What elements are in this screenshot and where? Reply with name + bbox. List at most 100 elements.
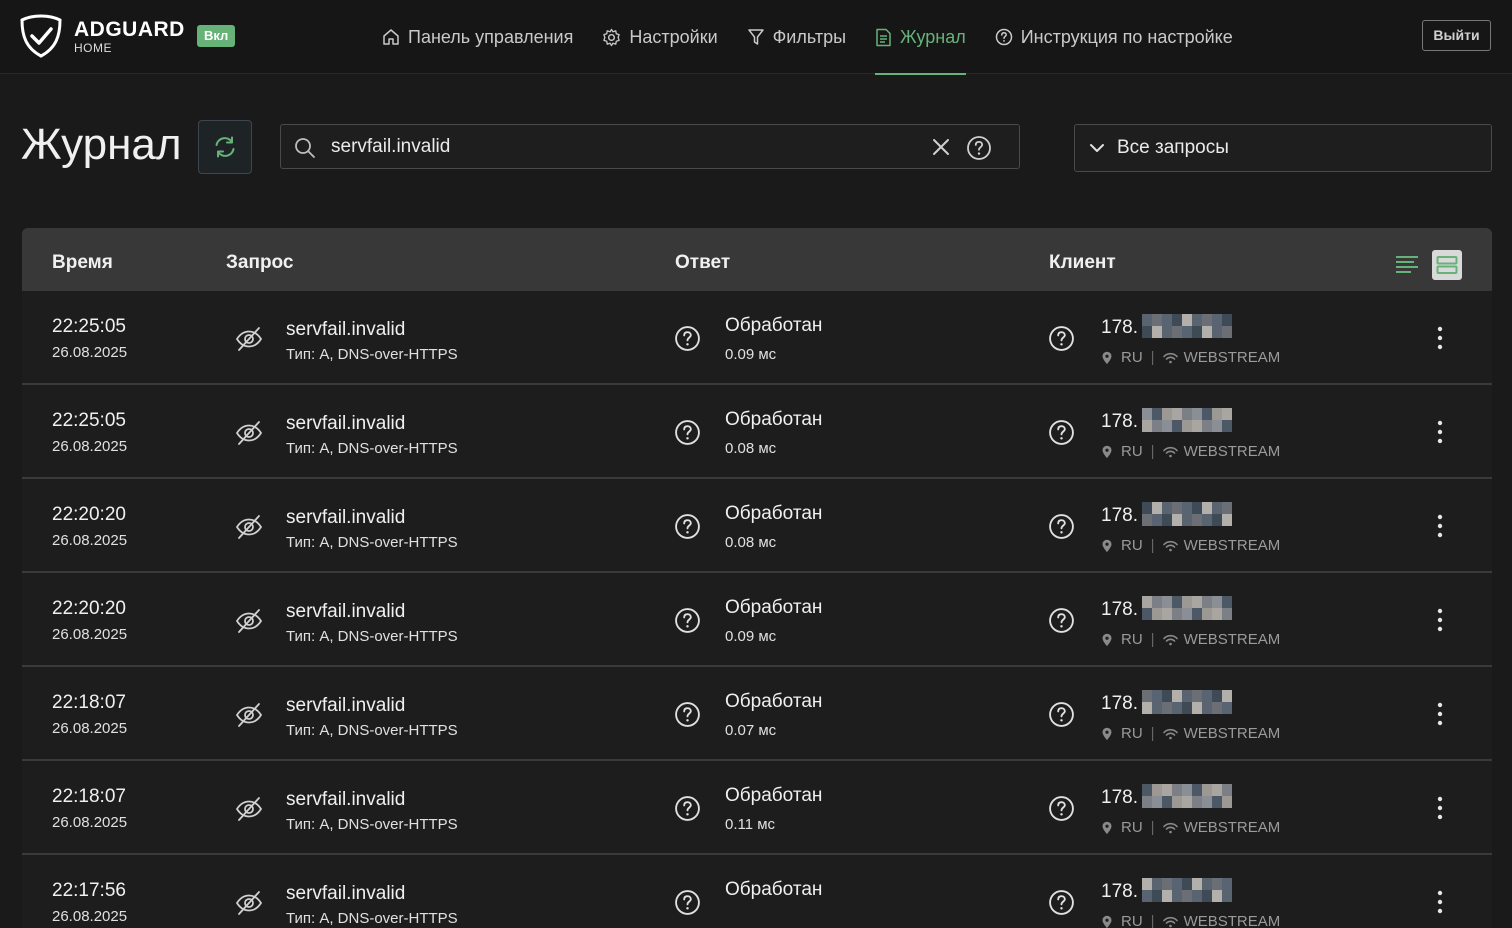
row-response-status: Обработан [725,597,822,619]
row-date: 26.08.2025 [52,438,127,455]
response-help-icon[interactable] [674,419,701,446]
row-elapsed-time: 0.08 мс [725,440,776,457]
row-client-ip[interactable]: 178. [1101,598,1232,622]
nav-query-log[interactable]: Журнал [875,0,966,74]
table-row[interactable]: 22:18:07 26.08.2025 servfail.invalid Тип… [22,667,1492,761]
logout-button[interactable]: Выйти [1422,20,1491,51]
row-client-ip[interactable]: 178. [1101,786,1232,810]
client-help-icon[interactable] [1048,325,1075,352]
row-response-status: Обработан [725,503,822,525]
time-cell: 22:17:56 26.08.2025 [52,880,127,925]
row-domain[interactable]: servfail.invalid [286,601,405,623]
default-view-button[interactable] [1432,250,1462,280]
refresh-button[interactable] [198,120,252,174]
shield-logo-icon [20,14,62,58]
client-ip-prefix: 178. [1101,505,1138,527]
column-header-client: Клиент [1049,252,1116,274]
row-domain[interactable]: servfail.invalid [286,695,405,717]
time-cell: 22:25:05 26.08.2025 [52,316,127,361]
search-box [280,124,1020,169]
wifi-icon [1163,634,1178,646]
row-time: 22:25:05 [52,316,127,338]
client-meta: RU | WEBSTREAM [1101,443,1280,460]
response-help-icon[interactable] [674,513,701,540]
row-actions-menu-icon[interactable] [1432,700,1448,728]
client-ip-prefix: 178. [1101,693,1138,715]
compact-view-icon[interactable] [1395,254,1419,276]
nav-filters[interactable]: Фильтры [747,0,846,74]
client-meta: RU | WEBSTREAM [1101,725,1280,742]
row-client-ip[interactable]: 178. [1101,316,1232,340]
row-client-ip[interactable]: 178. [1101,410,1232,434]
response-help-icon[interactable] [674,325,701,352]
wifi-icon [1163,916,1178,928]
home-icon [382,28,400,46]
nav-dashboard[interactable]: Панель управления [382,0,573,74]
client-ip-prefix: 178. [1101,787,1138,809]
column-header-time: Время [52,252,113,274]
location-pin-icon [1101,727,1113,741]
row-actions-menu-icon[interactable] [1432,512,1448,540]
client-help-icon[interactable] [1048,419,1075,446]
row-domain[interactable]: servfail.invalid [286,789,405,811]
client-help-icon[interactable] [1048,513,1075,540]
client-country: RU [1121,819,1143,836]
row-actions-menu-icon[interactable] [1432,794,1448,822]
client-help-icon[interactable] [1048,701,1075,728]
response-help-icon[interactable] [674,701,701,728]
column-header-response: Ответ [675,252,730,274]
row-domain[interactable]: servfail.invalid [286,507,405,529]
page-title: Журнал [21,120,182,170]
adguard-logo[interactable]: ADGUARD HOME [20,14,185,58]
main-nav: Панель управления Настройки Фильтры Журн… [382,0,1262,74]
response-help-icon[interactable] [674,607,701,634]
row-actions-menu-icon[interactable] [1432,324,1448,352]
client-network: WEBSTREAM [1184,913,1281,928]
client-help-icon[interactable] [1048,607,1075,634]
response-help-icon[interactable] [674,795,701,822]
meta-separator: | [1151,443,1155,460]
meta-separator: | [1151,819,1155,836]
row-client-ip[interactable]: 178. [1101,504,1232,528]
row-domain[interactable]: servfail.invalid [286,883,405,905]
client-help-icon[interactable] [1048,795,1075,822]
row-response-status: Обработан [725,409,822,431]
row-query-type: Тип: A, DNS-over-HTTPS [286,346,458,363]
meta-separator: | [1151,725,1155,742]
table-row[interactable]: 22:25:05 26.08.2025 servfail.invalid Тип… [22,291,1492,385]
clear-search-icon[interactable] [931,137,951,157]
response-help-icon[interactable] [674,889,701,916]
nav-dashboard-label: Панель управления [408,27,573,48]
row-actions-menu-icon[interactable] [1432,606,1448,634]
row-domain[interactable]: servfail.invalid [286,319,405,341]
nav-setup-guide[interactable]: Инструкция по настройке [995,0,1233,74]
table-body: 22:25:05 26.08.2025 servfail.invalid Тип… [22,291,1492,928]
table-row[interactable]: 22:20:20 26.08.2025 servfail.invalid Тип… [22,573,1492,667]
client-help-icon[interactable] [1048,889,1075,916]
row-date: 26.08.2025 [52,344,127,361]
redacted-ip-pixelation [1142,314,1232,338]
table-row[interactable]: 22:17:56 26.08.2025 servfail.invalid Тип… [22,855,1492,928]
table-row[interactable]: 22:20:20 26.08.2025 servfail.invalid Тип… [22,479,1492,573]
response-filter-select[interactable]: Все запросы [1074,124,1492,172]
row-query-type: Тип: A, DNS-over-HTTPS [286,628,458,645]
search-help-icon[interactable] [966,135,992,161]
row-client-ip[interactable]: 178. [1101,880,1232,904]
row-response-status: Обработан [725,691,822,713]
row-actions-menu-icon[interactable] [1432,418,1448,446]
table-row[interactable]: 22:18:07 26.08.2025 servfail.invalid Тип… [22,761,1492,855]
search-input[interactable] [331,133,931,161]
eye-off-icon [235,608,263,634]
row-domain[interactable]: servfail.invalid [286,413,405,435]
row-query-type: Тип: A, DNS-over-HTTPS [286,440,458,457]
refresh-icon [212,134,238,160]
row-date: 26.08.2025 [52,626,127,643]
help-circle-icon [995,28,1013,46]
location-pin-icon [1101,633,1113,647]
time-cell: 22:20:20 26.08.2025 [52,504,127,549]
nav-settings[interactable]: Настройки [602,0,717,74]
row-client-ip[interactable]: 178. [1101,692,1232,716]
redacted-ip-pixelation [1142,596,1232,620]
row-actions-menu-icon[interactable] [1432,888,1448,916]
table-row[interactable]: 22:25:05 26.08.2025 servfail.invalid Тип… [22,385,1492,479]
